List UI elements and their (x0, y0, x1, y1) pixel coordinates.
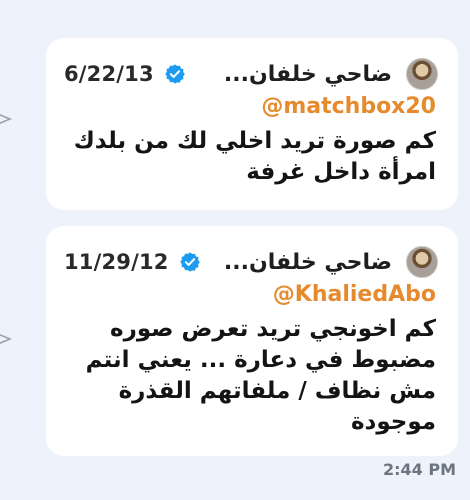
tweet-text: كم صورة تريد اخلي لك من بلدك امرأة داخل … (60, 126, 436, 188)
tweet-header: 6/22/13 ضاحي خلفان... (64, 56, 438, 92)
tweet-date: 11/29/12 (64, 250, 169, 274)
tweet-card[interactable]: 6/22/13 ضاحي خلفان... @matchbox20 كم صور… (46, 38, 458, 210)
tweet-text-line: مش نظاف / ملفاتهم القذرة (118, 378, 436, 404)
tweet-text-line: كم صورة تريد اخلي لك من بلدك (73, 128, 436, 154)
share-arrow-icon[interactable] (0, 328, 16, 350)
verified-badge-icon (164, 63, 186, 85)
tweet-text: كم اخونجي تريد تعرض صوره مضبوط في دعارة … (60, 314, 436, 438)
tweet-header: 11/29/12 ضاحي خلفان... (64, 244, 438, 280)
avatar[interactable] (406, 246, 438, 278)
tweet-text-line: مضبوط في دعارة ... يعني انتم (85, 347, 436, 373)
author-name[interactable]: ضاحي خلفان... (213, 250, 392, 275)
chat-view: 6/22/13 ضاحي خلفان... @matchbox20 كم صور… (0, 0, 470, 500)
verified-badge-icon (179, 251, 201, 273)
mention-link[interactable]: @KhaliedAbo (46, 282, 436, 307)
author-name[interactable]: ضاحي خلفان... (198, 62, 392, 87)
tweet-text-line: كم اخونجي تريد تعرض صوره (110, 316, 436, 342)
tweet-card[interactable]: 11/29/12 ضاحي خلفان... @KhaliedAbo كم اخ… (46, 226, 458, 456)
avatar[interactable] (406, 58, 438, 90)
tweet-text-line: امرأة داخل غرفة (246, 159, 436, 185)
message-timestamp: 2:44 PM (382, 460, 456, 479)
tweet-date: 6/22/13 (64, 62, 154, 86)
share-arrow-icon[interactable] (0, 108, 16, 130)
mention-link[interactable]: @matchbox20 (46, 94, 436, 119)
tweet-text-line: موجودة (350, 409, 436, 435)
